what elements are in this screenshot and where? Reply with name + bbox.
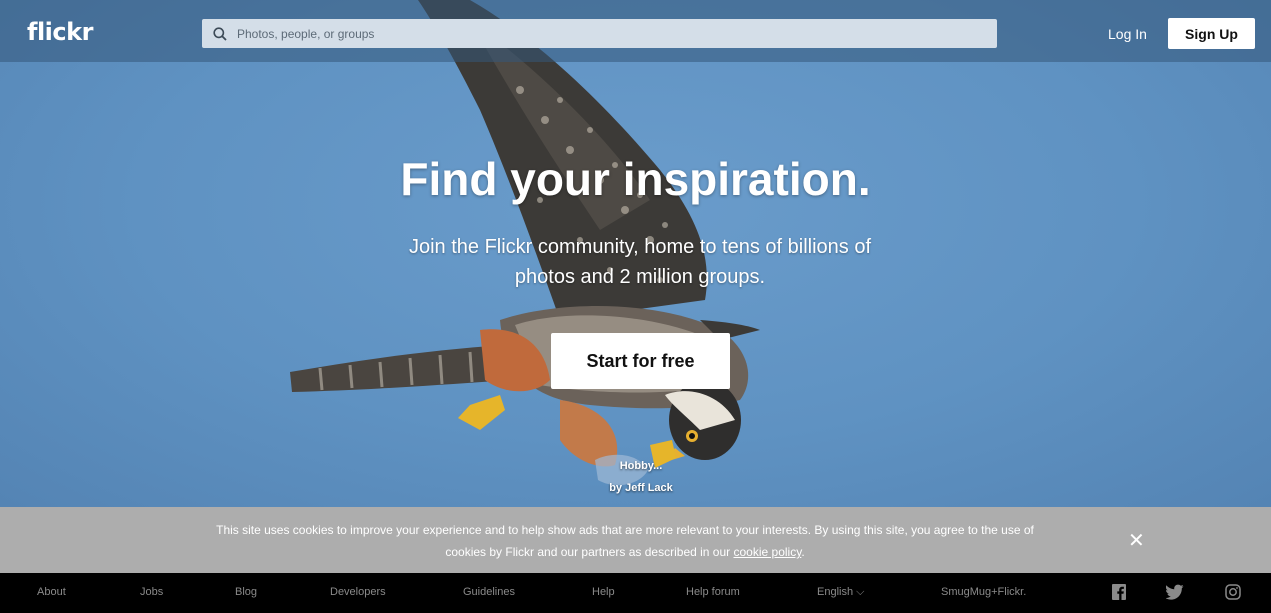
flickr-logo[interactable]: flickr [27,18,93,46]
language-label: English [817,586,854,598]
cookie-policy-link[interactable]: cookie policy [734,545,802,559]
hero-headline: Find your inspiration. [400,153,871,205]
search-input[interactable] [235,25,979,42]
cookie-banner: This site uses cookies to improve your e… [0,507,1271,573]
hero-subtitle-line2: photos and 2 million groups. [514,266,766,288]
footer-link-smugmug[interactable]: SmugMug+Flickr. [941,586,1026,598]
cookie-text-line1: This site uses cookies to improve your e… [216,523,1034,537]
chevron-down-icon: ⌵ [856,586,865,598]
footer-link-about[interactable]: About [37,586,66,598]
footer-link-help[interactable]: Help [592,586,615,598]
cookie-text-suffix: . [801,545,805,559]
footer-link-developers[interactable]: Developers [330,586,386,598]
footer-link-guidelines[interactable]: Guidelines [463,586,515,598]
instagram-icon[interactable] [1225,584,1241,600]
cookie-text-prefix: cookies by Flickr and our partners as de… [445,545,731,559]
photo-title-link[interactable]: Hobby... [571,455,711,477]
login-link[interactable]: Log In [1108,26,1147,42]
search-box[interactable] [202,19,997,48]
cookie-text-line2: cookies by Flickr and our partners as de… [130,541,1120,563]
photo-author-link[interactable]: by Jeff Lack [571,477,711,499]
twitter-icon[interactable] [1166,584,1184,600]
cookie-text: This site uses cookies to improve your e… [130,519,1120,563]
footer: About Jobs Blog Developers Guidelines He… [0,573,1271,613]
hero-subtitle-line1: Join the Flickr community, home to tens … [408,236,872,258]
hero-section: flickr Log In Sign Up Find your inspirat… [0,0,1271,507]
top-bar: flickr Log In Sign Up [0,0,1271,62]
language-selector[interactable]: English ⌵ [817,586,864,599]
signup-button[interactable]: Sign Up [1168,18,1255,49]
footer-link-help-forum[interactable]: Help forum [686,586,740,598]
footer-link-jobs[interactable]: Jobs [140,586,163,598]
close-icon[interactable]: ✕ [1128,531,1145,551]
start-for-free-button[interactable]: Start for free [551,333,730,389]
footer-link-blog[interactable]: Blog [235,586,257,598]
hero-subtitle: Join the Flickr community, home to tens … [335,232,945,292]
facebook-icon[interactable] [1112,584,1126,600]
search-icon [213,26,227,41]
photo-credit: Hobby... by Jeff Lack [571,455,711,499]
